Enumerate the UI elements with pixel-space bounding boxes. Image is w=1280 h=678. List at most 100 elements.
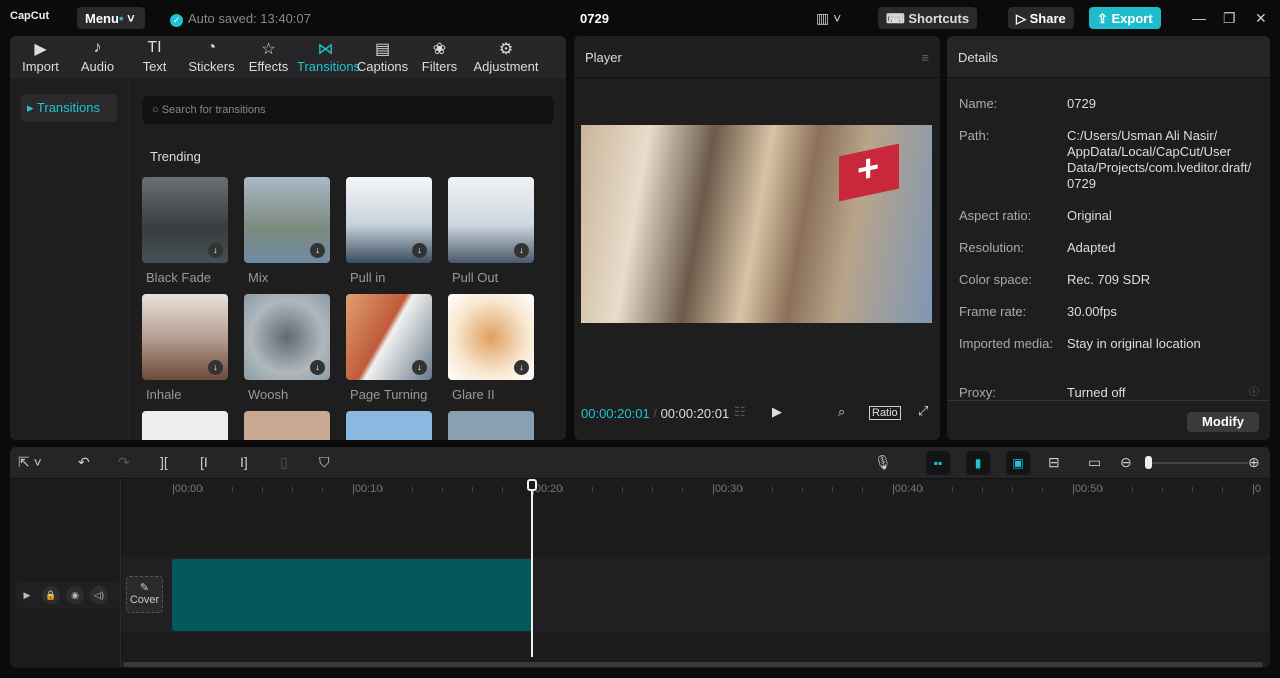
download-icon[interactable]: ↓ xyxy=(412,243,427,258)
video-clip[interactable] xyxy=(172,559,532,631)
effects-icon: ☆ xyxy=(261,41,276,58)
details-title: Details xyxy=(958,50,998,65)
menu-button[interactable]: Menu• ˅ xyxy=(77,7,145,29)
tool-tabs: ▶ Import ♪ Audio TI Text ◔ Stickers ☆ Effects ⋈ Tra… xyxy=(10,36,566,78)
layout-icon[interactable]: ▥ ˅ xyxy=(816,10,841,27)
transition-thumbnail[interactable] xyxy=(142,411,228,440)
ratio-button[interactable]: Ratio xyxy=(869,406,901,420)
download-icon[interactable]: ↓ xyxy=(208,243,223,258)
zoom-out-icon[interactable]: ⊖ xyxy=(1120,454,1132,471)
minimize-icon[interactable]: — xyxy=(1192,10,1206,26)
tab-label: Audio xyxy=(80,59,115,74)
tab-effects[interactable]: ☆ Effects xyxy=(240,36,297,78)
playhead[interactable] xyxy=(531,483,533,657)
tab-captions[interactable]: ▤ Captions xyxy=(354,36,411,78)
sidebar-item-transitions[interactable]: ▸ Transitions xyxy=(21,94,117,122)
download-icon[interactable]: ↓ xyxy=(208,360,223,375)
zoom-slider-handle[interactable] xyxy=(1145,456,1152,469)
transition-thumbnail[interactable]: ↓ xyxy=(142,294,228,380)
redo-icon[interactable]: ↷ xyxy=(118,454,130,471)
download-icon[interactable]: ↓ xyxy=(310,360,325,375)
ruler-minor-tick xyxy=(922,487,923,492)
close-icon[interactable]: ✕ xyxy=(1255,10,1267,27)
transition-thumbnail[interactable] xyxy=(244,411,330,440)
time-ruler[interactable]: |00:00 |00:10 |00:20 |00:30 |00:40 |00:50 |0 xyxy=(122,479,1270,501)
tab-label: Stickers xyxy=(188,59,235,74)
tab-adjustment[interactable]: ⚙ Adjustment xyxy=(468,36,544,78)
transition-thumbnail[interactable]: ↓ xyxy=(142,177,228,263)
ruler-minor-tick xyxy=(562,487,563,492)
detail-key: Proxy: xyxy=(959,385,996,400)
transition-thumbnail[interactable] xyxy=(346,411,432,440)
zoom-in-icon[interactable]: ⊕ xyxy=(1248,454,1260,471)
split-icon[interactable]: ][ xyxy=(160,454,168,470)
playhead-handle[interactable] xyxy=(527,479,537,491)
undo-icon[interactable]: ↶ xyxy=(78,454,90,471)
text-icon: TI xyxy=(147,39,162,56)
preview-axis-icon[interactable]: ▭ xyxy=(1088,454,1101,471)
shortcuts-button[interactable]: ⌨ Shortcuts xyxy=(878,7,978,29)
transition-thumbnail[interactable]: ↓ xyxy=(448,177,534,263)
ruler-minor-tick xyxy=(592,487,593,492)
help-icon[interactable]: ⓘ xyxy=(1249,383,1259,398)
capcut-logo: CapCut xyxy=(10,10,50,22)
grid-icon[interactable]: ☷ xyxy=(734,404,746,420)
download-icon[interactable]: ↓ xyxy=(514,360,529,375)
ruler-minor-tick xyxy=(682,487,683,492)
transition-thumbnail[interactable]: ↓ xyxy=(346,177,432,263)
download-icon[interactable]: ↓ xyxy=(310,243,325,258)
autosave-text: Auto saved: 13:40:07 xyxy=(188,11,311,26)
auto-snap-icon[interactable]: ▮ xyxy=(966,451,990,475)
ruler-minor-tick xyxy=(1132,487,1133,492)
delete-icon[interactable]: ▯ xyxy=(280,454,288,471)
main-track-magnet-icon[interactable]: ▪▪ xyxy=(926,451,950,475)
zoom-fit-icon[interactable]: ⌕ xyxy=(838,404,845,420)
tab-import[interactable]: ▶ Import xyxy=(12,36,69,78)
marker-icon[interactable]: ⛉ xyxy=(319,454,330,471)
player-title: Player xyxy=(585,50,622,65)
search-icon: ○ xyxy=(152,104,162,116)
download-icon[interactable]: ↓ xyxy=(514,243,529,258)
volume-icon[interactable]: ◁) xyxy=(90,586,108,604)
play-button[interactable]: ▶ xyxy=(772,404,782,420)
share-button[interactable]: ▷ Share xyxy=(1008,7,1074,29)
horizontal-scrollbar[interactable] xyxy=(123,662,1263,667)
lock-icon[interactable]: 🔒 xyxy=(42,586,60,604)
transition-label: Page Turning xyxy=(350,387,428,402)
microphone-icon[interactable]: 🎙 xyxy=(874,454,892,471)
tab-filters[interactable]: ❀ Filters xyxy=(411,36,468,78)
ruler-minor-tick xyxy=(652,487,653,492)
split-preview-icon[interactable]: ⊟ xyxy=(1048,454,1060,471)
fullscreen-icon[interactable]: ⤢ xyxy=(918,403,928,419)
ruler-tick-label: |00:10 xyxy=(352,483,383,495)
trim-left-icon[interactable]: [I xyxy=(200,454,208,470)
linkage-icon[interactable]: ▣ xyxy=(1006,451,1030,475)
cover-button[interactable]: ✎ Cover xyxy=(126,576,163,613)
transition-label: Glare II xyxy=(452,387,495,402)
transition-thumbnail[interactable]: ↓ xyxy=(244,177,330,263)
captions-icon: ▤ xyxy=(374,41,391,58)
tab-text[interactable]: TI Text xyxy=(126,36,183,78)
export-button[interactable]: ⇪ Export xyxy=(1089,7,1161,29)
ruler-tick-label: |00:40 xyxy=(892,483,923,495)
ruler-tick-label: |00:50 xyxy=(1072,483,1103,495)
download-icon[interactable]: ↓ xyxy=(412,360,427,375)
transition-thumbnail[interactable] xyxy=(448,411,534,440)
transition-thumbnail[interactable]: ↓ xyxy=(346,294,432,380)
restore-icon[interactable]: ❐ xyxy=(1223,10,1236,27)
select-tool-icon[interactable]: ⇱ ˅ xyxy=(18,454,42,471)
trim-right-icon[interactable]: I] xyxy=(240,454,248,470)
transition-thumbnail[interactable]: ↓ xyxy=(244,294,330,380)
hamburger-icon[interactable]: ≡ xyxy=(921,50,929,65)
tab-audio[interactable]: ♪ Audio xyxy=(69,36,126,78)
zoom-slider[interactable] xyxy=(1146,462,1248,464)
eye-icon[interactable]: ◉ xyxy=(66,586,84,604)
modify-button[interactable]: Modify xyxy=(1187,412,1259,432)
search-input[interactable]: ○ Search for transitions xyxy=(142,96,554,124)
transition-thumbnail[interactable]: ↓ xyxy=(448,294,534,380)
tab-stickers[interactable]: ◔ Stickers xyxy=(183,36,240,78)
detail-key: Color space: xyxy=(959,272,1032,287)
transition-label: Pull in xyxy=(350,270,386,285)
tab-transitions[interactable]: ⋈ Transitions xyxy=(297,36,360,78)
detail-value: Adapted xyxy=(1067,240,1116,255)
